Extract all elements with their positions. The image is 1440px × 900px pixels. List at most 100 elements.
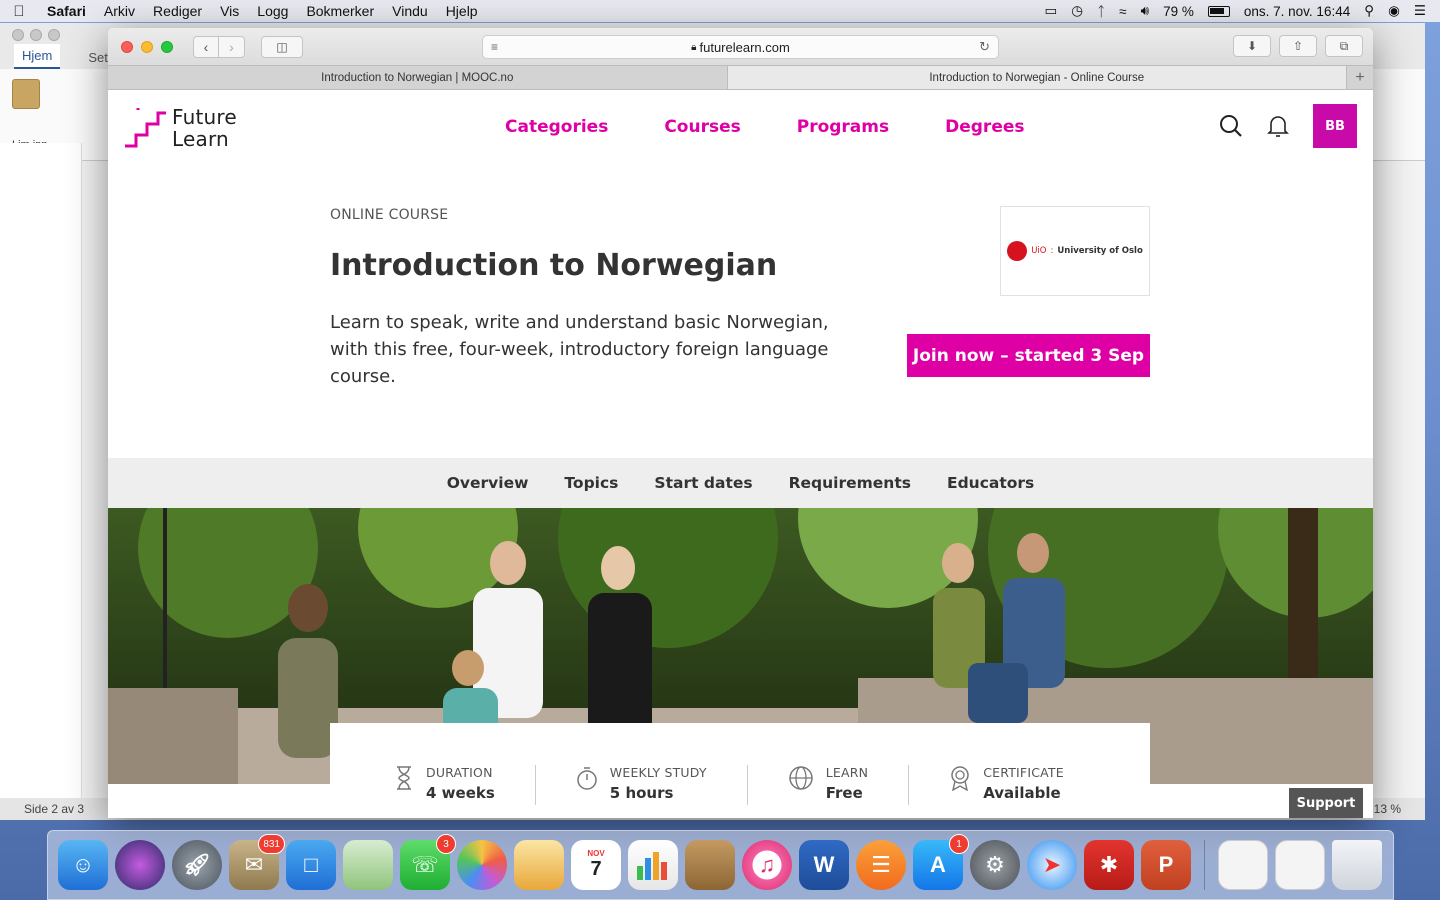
address-bar[interactable]: ≡ 🔒︎ futurelearn.com ↻ (482, 35, 999, 59)
pages-icon[interactable] (514, 840, 564, 890)
maps-icon[interactable] (343, 840, 393, 890)
mail-icon[interactable]: ✉ 831 (229, 834, 285, 890)
share-button[interactable]: ⇧ (1279, 35, 1317, 57)
numbers-icon[interactable] (628, 840, 678, 890)
downloads-button[interactable]: ⬇ (1233, 35, 1271, 57)
acrobat-icon[interactable]: ✱ (1084, 840, 1134, 890)
nav-degrees[interactable]: Degrees (945, 117, 1024, 137)
course-info-card: DURATION 4 weeks WEEKLY STUDY 5 hours LE… (330, 723, 1150, 818)
subnav-start-dates[interactable]: Start dates (654, 474, 752, 492)
subnav-overview[interactable]: Overview (447, 474, 529, 492)
tab-futurelearn[interactable]: Introduction to Norwegian - Online Cours… (727, 66, 1347, 89)
minimize-window-button[interactable] (141, 40, 153, 53)
subnav-educators[interactable]: Educators (947, 474, 1034, 492)
search-icon[interactable] (1219, 114, 1243, 138)
window-controls (108, 40, 173, 53)
course-description: Learn to speak, write and understand bas… (330, 312, 829, 387)
certificate-icon (951, 766, 969, 791)
facetime-icon[interactable]: ☏ 3 (400, 834, 456, 890)
menu-item-logg[interactable]: Logg (248, 3, 297, 19)
futurelearn-logo[interactable]: Future Learn (124, 106, 237, 150)
keynote-icon[interactable]: □ (286, 840, 336, 890)
menu-app-name[interactable]: Safari (38, 3, 95, 19)
system-preferences-icon[interactable]: ⚙ (970, 840, 1020, 890)
notification-center-icon[interactable]: ☰ (1414, 3, 1426, 19)
forward-button[interactable]: › (219, 35, 245, 58)
info-weekly-study-label: WEEKLY STUDY (609, 765, 707, 780)
powerpoint-icon[interactable]: P (1141, 840, 1191, 890)
university-logo: UiO : University of Oslo (1007, 241, 1143, 261)
battery-icon[interactable] (1207, 5, 1230, 17)
menu-item-vindu[interactable]: Vindu (383, 3, 437, 19)
appstore-icon[interactable]: A1 (913, 834, 969, 890)
menu-item-hjelp[interactable]: Hjelp (437, 3, 487, 19)
hourglass-icon (397, 766, 411, 790)
spotlight-icon[interactable]: ⚲ (1364, 3, 1374, 19)
word-document[interactable] (0, 143, 82, 803)
tab-overview-button[interactable]: ⧉ (1325, 35, 1363, 57)
back-button[interactable]: ‹ (193, 35, 219, 58)
tab-bar: Introduction to Norwegian | MOOC.no Intr… (108, 65, 1373, 90)
reload-icon[interactable]: ↻ (979, 39, 990, 55)
support-button[interactable]: Support (1289, 788, 1363, 818)
volume-icon[interactable]: 🔊︎ (1141, 3, 1150, 19)
recent-document-thumbnail-1[interactable] (1218, 840, 1268, 890)
info-certificate-value: Available (983, 784, 1061, 802)
subnav-topics[interactable]: Topics (564, 474, 618, 492)
fullscreen-window-button[interactable] (161, 40, 173, 53)
url-text: futurelearn.com (699, 39, 790, 55)
numbers-chart-icon (637, 852, 667, 880)
avatar[interactable]: BB (1313, 104, 1357, 148)
ibooks-icon[interactable]: ☰ (856, 840, 906, 890)
recent-document-thumbnail-2[interactable] (1275, 840, 1325, 890)
clock[interactable]: ons. 7. nov. 16:44 (1244, 4, 1350, 19)
paste-icon[interactable] (12, 79, 40, 109)
battery-percent[interactable]: 79 % (1163, 4, 1194, 19)
join-course-button[interactable]: Join now – started 3 Sep (907, 334, 1150, 377)
logo-line-future: Future (172, 105, 237, 129)
itunes-icon[interactable]: ♫ (742, 840, 792, 890)
photos-icon[interactable] (457, 840, 507, 890)
bluetooth-icon[interactable]: ᛏ (1097, 4, 1105, 19)
nav-programs[interactable]: Programs (797, 117, 889, 137)
subnav-requirements[interactable]: Requirements (789, 474, 911, 492)
close-window-button[interactable] (121, 40, 133, 53)
info-learn-value: Free (825, 784, 863, 802)
menu-item-arkiv[interactable]: Arkiv (95, 3, 144, 19)
siri-icon[interactable]: ◉ (1388, 3, 1400, 19)
contacts-icon[interactable] (685, 840, 735, 890)
info-weekly-study-value: 5 hours (609, 784, 674, 802)
site-header: Future Learn Categories Courses Programs… (108, 90, 1373, 166)
stopwatch-icon (577, 767, 597, 790)
airplay-icon[interactable]: ▭ (1045, 3, 1058, 19)
finder-icon[interactable]: ☺ (58, 840, 108, 890)
new-tab-button[interactable]: + (1347, 66, 1373, 89)
info-duration: DURATION 4 weeks (394, 765, 536, 805)
word-tab-hjem[interactable]: Hjem (14, 44, 61, 69)
nav-categories[interactable]: Categories (505, 117, 608, 137)
reader-icon[interactable]: ≡ (491, 40, 498, 54)
apple-menu-icon[interactable]:  (0, 3, 38, 20)
tab-mooc[interactable]: Introduction to Norwegian | MOOC.no (108, 66, 728, 89)
safari-window: ‹ › ◫ ≡ 🔒︎ futurelearn.com ↻ ⬇ ⇧ ⧉ Intro… (108, 28, 1373, 818)
logo-text: Future Learn (172, 106, 237, 150)
wifi-icon[interactable]: ≈ (1119, 4, 1126, 19)
main-nav: Categories Courses Programs Degrees (505, 117, 1025, 137)
word-zoom[interactable]: 13 % (1374, 802, 1401, 816)
bell-icon[interactable] (1267, 114, 1289, 138)
safari-icon[interactable]: ➤ (1027, 840, 1077, 890)
word-icon[interactable]: W (799, 840, 849, 890)
menu-item-rediger[interactable]: Rediger (144, 3, 211, 19)
sidebar-toggle-button[interactable]: ◫ (261, 35, 303, 58)
siri-dock-icon[interactable] (115, 840, 165, 890)
trash-icon[interactable] (1332, 840, 1382, 890)
info-duration-label: DURATION (426, 765, 493, 780)
calendar-icon[interactable]: NOV 7 (571, 840, 621, 890)
nav-courses[interactable]: Courses (664, 117, 740, 137)
launchpad-icon[interactable]: 🚀︎ (172, 840, 222, 890)
time-machine-icon[interactable]: ◷ (1071, 3, 1083, 19)
university-logo-box[interactable]: UiO : University of Oslo (1000, 206, 1150, 296)
calendar-month: NOV (587, 849, 605, 858)
menu-item-bokmerker[interactable]: Bokmerker (297, 3, 383, 19)
menu-item-vis[interactable]: Vis (211, 3, 248, 19)
